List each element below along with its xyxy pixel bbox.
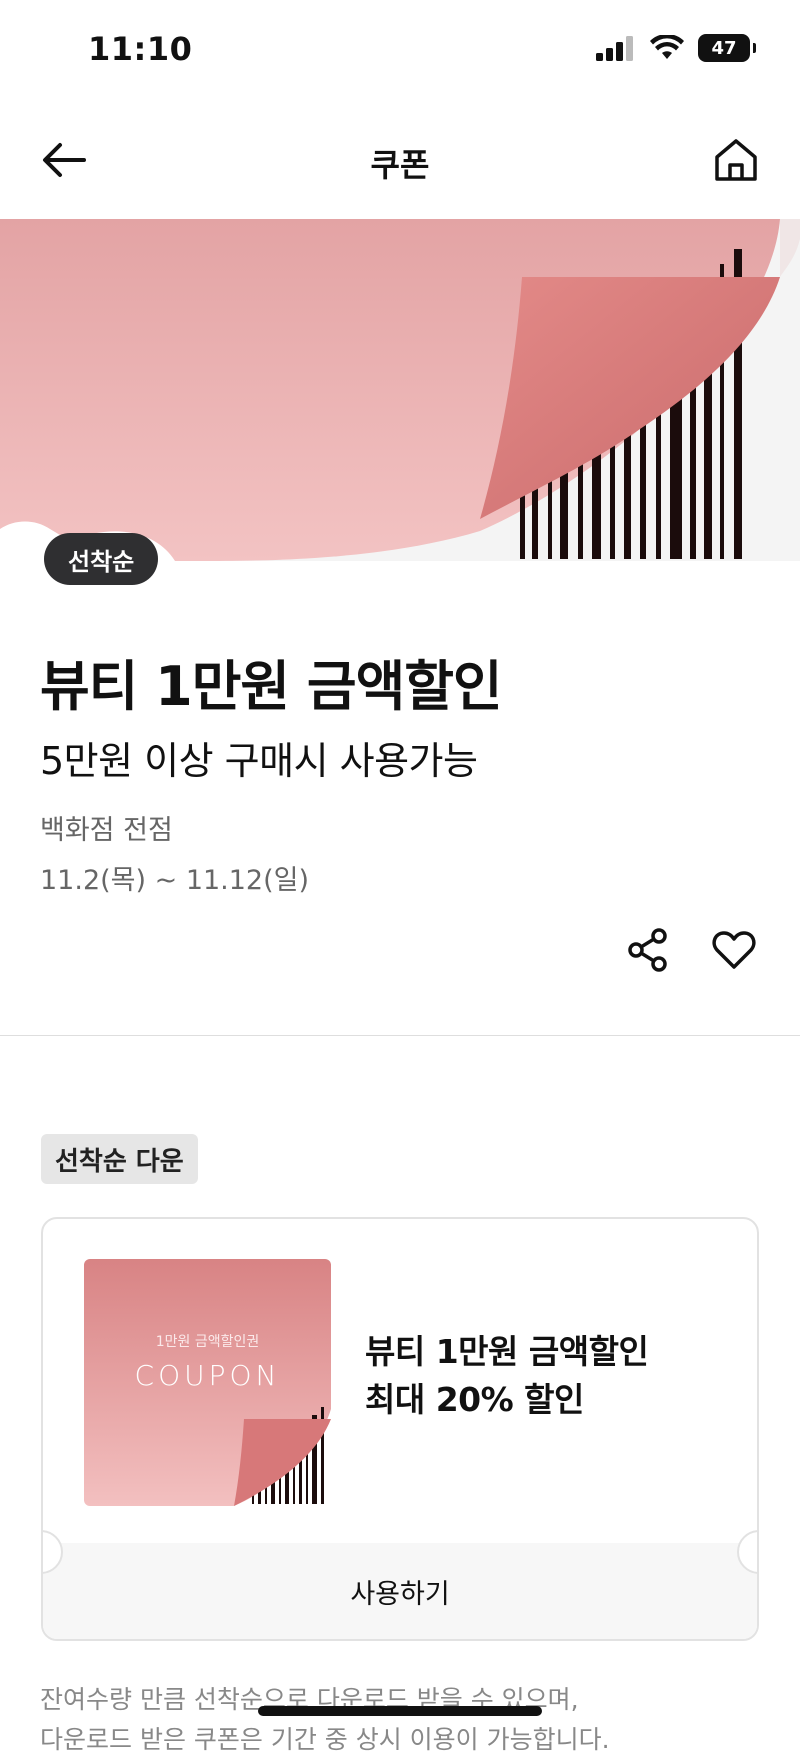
- thumb-coupon-word: COUPON: [134, 1359, 281, 1392]
- home-button[interactable]: [708, 132, 764, 188]
- thumb-caption: 1만원 금액할인권: [155, 1334, 260, 1350]
- first-come-badge: 선착순: [44, 533, 159, 585]
- heart-icon: [712, 931, 756, 969]
- notice-line-2: 다운로드 받은 쿠폰은 기간 중 상시 이용이 가능합니다.: [40, 1725, 610, 1754]
- battery-icon: 47: [698, 34, 756, 62]
- like-button[interactable]: [708, 924, 760, 976]
- coupon-thumbnail: 1만원 금액할인권 COUPON: [84, 1259, 331, 1506]
- signal-icon: [596, 36, 633, 61]
- coupon-subtitle: 5만원 이상 구매시 사용가능: [40, 739, 478, 783]
- share-icon: [628, 928, 667, 972]
- coupon-title: 뷰티 1만원 금액할인: [40, 655, 503, 718]
- wifi-icon: [650, 35, 684, 59]
- use-coupon-button[interactable]: 사용하기: [43, 1543, 757, 1639]
- share-button[interactable]: [622, 924, 674, 976]
- hero-banner: [0, 219, 800, 561]
- status-icons: 47: [596, 34, 756, 62]
- home-indicator: [258, 1706, 542, 1716]
- coupon-card: 1만원 금액할인권 COUPON 뷰티 1만원 금액할인 최대 20% 할인 사…: [41, 1217, 759, 1641]
- card-title: 뷰티 1만원 금액할인: [365, 1332, 649, 1371]
- page-title: 쿠폰: [370, 146, 430, 184]
- coupon-period: 11.2(목) ~ 11.12(일): [40, 865, 310, 896]
- section-divider: [0, 1035, 800, 1036]
- download-label: 선착순 다운: [41, 1134, 198, 1184]
- home-icon: [715, 139, 757, 181]
- card-discount: 최대 20% 할인: [365, 1380, 584, 1419]
- coupon-store: 백화점 전점: [40, 815, 173, 846]
- status-time: 11:10: [88, 30, 193, 68]
